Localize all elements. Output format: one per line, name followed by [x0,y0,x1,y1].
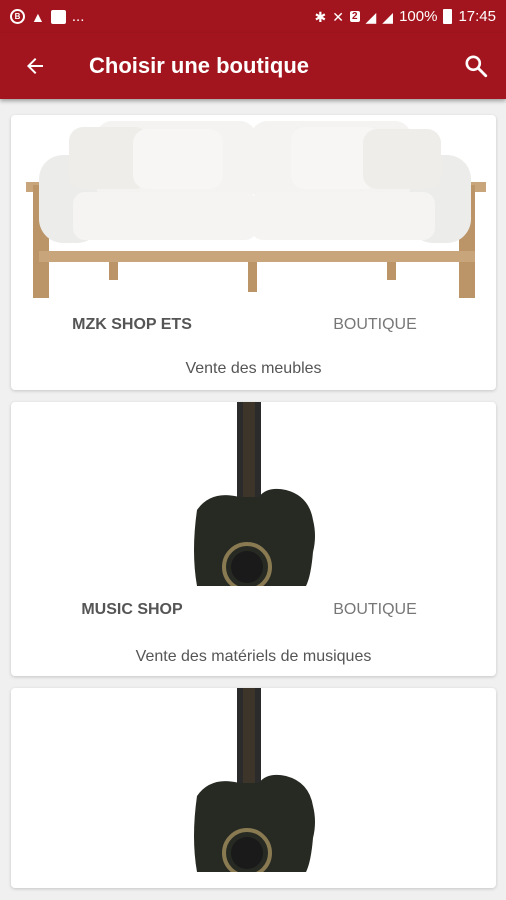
status-left: B ▲ ... [10,8,84,25]
bluetooth-icon: ✱ [314,8,327,25]
search-button[interactable] [446,33,506,99]
data-signal-icon: ◢ [382,8,394,25]
sim-badge: 2 [349,11,360,22]
shop-name: MUSIC SHOP [81,601,183,618]
status-right: ✱ ✕ 2 ◢ ◢ 100% 17:45 [314,8,496,25]
shop-card[interactable] [11,688,496,888]
shop-name: MZK SHOP ETS [72,316,192,333]
shop-description: Vente des matériels de musiques [135,648,372,665]
shop-card[interactable]: MZK SHOP ETS BOUTIQUE Vente des meubles [11,115,496,390]
notification-circle-icon: B [10,9,25,24]
shop-description: Vente des meubles [185,360,322,377]
status-bar: B ▲ ... ✱ ✕ 2 ◢ ◢ 100% 17:45 [0,0,506,33]
clock: 17:45 [458,8,496,25]
shop-card[interactable]: MUSIC SHOP BOUTIQUE Vente des matériels … [11,402,496,676]
shop-info-row: MUSIC SHOP BOUTIQUE [11,595,496,625]
warning-icon: ▲ [31,8,45,25]
guitar-image [194,688,315,872]
more-notifications: ... [71,8,85,25]
message-icon [50,9,66,24]
battery-icon [443,9,453,24]
battery-percent: 100% [399,8,438,25]
app-bar: Choisir une boutique [0,33,506,99]
mute-icon: ✕ [332,8,344,25]
guitar-image [194,402,315,586]
shop-type: BOUTIQUE [333,601,417,618]
shop-info-row [11,881,496,888]
shop-info-row: MZK SHOP ETS BOUTIQUE [11,310,496,340]
shop-type: BOUTIQUE [333,316,417,333]
search-icon [465,55,488,78]
sofa-image [26,121,486,298]
signal-icon: ◢ [365,8,377,25]
page-title: Choisir une boutique [89,53,309,78]
arrow-back-icon [27,58,43,74]
back-button[interactable] [0,33,70,99]
